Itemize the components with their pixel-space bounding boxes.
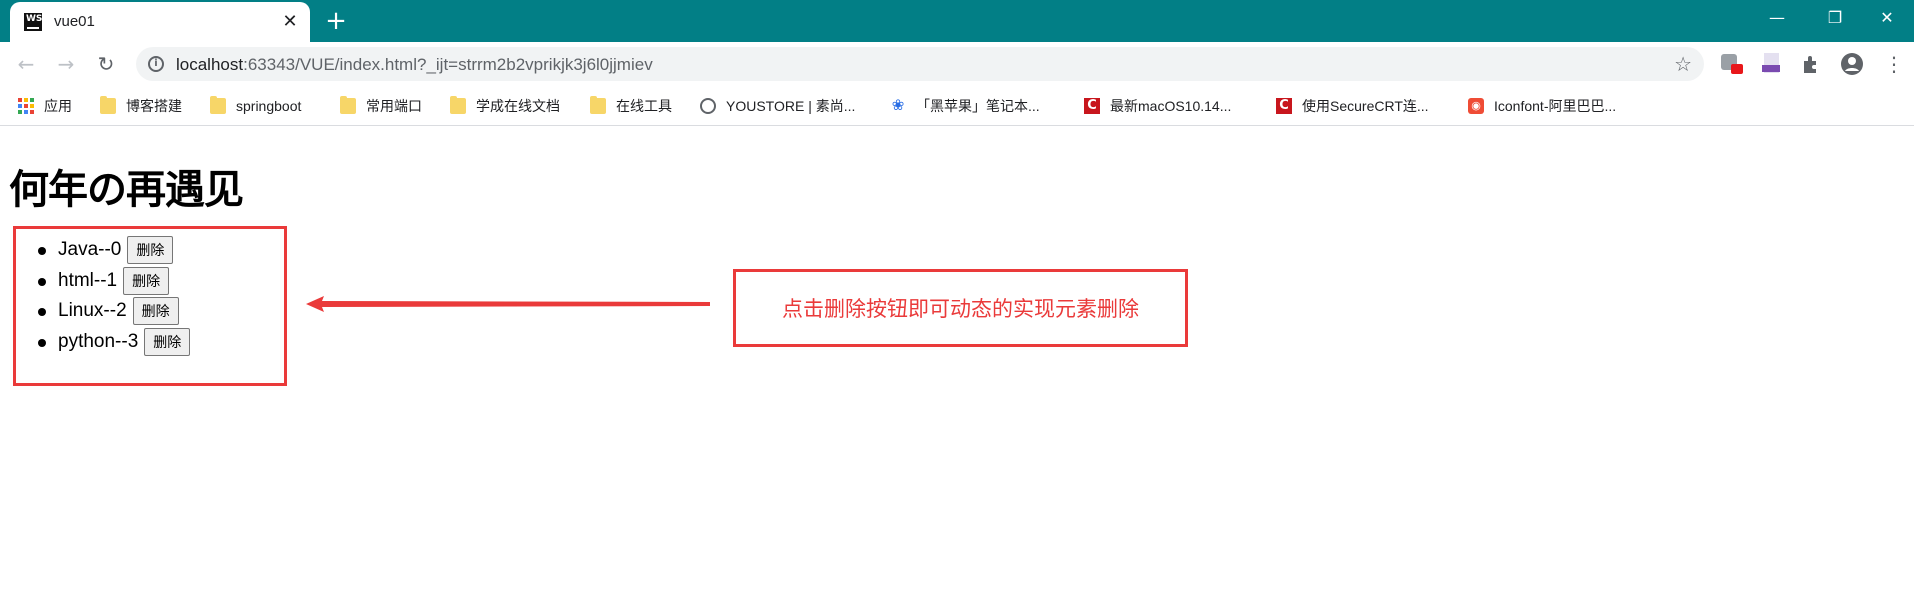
list-item: python--3 删除 bbox=[37, 327, 191, 358]
tab-title: vue01 bbox=[54, 13, 95, 30]
annotation-box: 点击删除按钮即可动态的实现元素删除 bbox=[733, 269, 1188, 347]
bookmark-label: springboot bbox=[236, 98, 302, 114]
address-bar[interactable]: i localhost:63343/VUE/index.html?_ijt=st… bbox=[136, 47, 1704, 81]
bookmark-link[interactable]: ❀ 「黑苹果」笔记本... bbox=[890, 95, 1040, 117]
item-label: Java--0 bbox=[58, 239, 122, 261]
bookmark-folder[interactable]: 常用端口 bbox=[340, 95, 422, 117]
item-label: python--3 bbox=[58, 330, 139, 352]
page-content: 何年の再遇见 Java--0 删除 html--1 删除 Linux--2 删除… bbox=[0, 127, 1914, 609]
folder-icon bbox=[210, 96, 226, 114]
pdf-extension-icon[interactable] bbox=[1760, 52, 1784, 76]
annotation-text: 点击删除按钮即可动态的实现元素删除 bbox=[782, 297, 1139, 321]
delete-button[interactable]: 删除 bbox=[123, 266, 170, 295]
new-tab-button[interactable]: + bbox=[322, 7, 350, 35]
folder-icon bbox=[450, 96, 466, 114]
annotation-arrow bbox=[306, 296, 710, 312]
reload-icon[interactable]: ↻ bbox=[92, 50, 120, 78]
profile-avatar-icon[interactable] bbox=[1840, 52, 1864, 76]
url-text[interactable]: localhost:63343/VUE/index.html?_ijt=strr… bbox=[176, 55, 653, 75]
bookmarks-bar: 应用 博客搭建 springboot 常用端口 学成在线文档 在线工具 YOUS… bbox=[0, 86, 1914, 126]
bookmark-label: 最新macOS10.14... bbox=[1110, 98, 1232, 114]
menu-kebab-icon[interactable]: ⋮ bbox=[1880, 50, 1908, 78]
bookmark-apps[interactable]: 应用 bbox=[18, 95, 72, 117]
close-tab-icon[interactable]: ✕ bbox=[280, 12, 300, 32]
bookmark-label: 学成在线文档 bbox=[476, 98, 560, 114]
browser-toolbar: ← → ↻ i localhost:63343/VUE/index.html?_… bbox=[0, 42, 1914, 86]
delete-button[interactable]: 删除 bbox=[127, 236, 174, 265]
close-window-button[interactable]: ✕ bbox=[1858, 0, 1914, 38]
item-label: Linux--2 bbox=[58, 300, 127, 322]
csdn-icon: C bbox=[1276, 98, 1292, 114]
bookmark-star-icon[interactable]: ☆ bbox=[1674, 52, 1692, 76]
extension-icon[interactable] bbox=[1720, 52, 1744, 76]
list-item: Linux--2 删除 bbox=[37, 296, 190, 327]
bookmark-link[interactable]: C 使用SecureCRT连... bbox=[1276, 95, 1429, 117]
bookmark-label: 在线工具 bbox=[616, 98, 672, 114]
bookmark-label: Iconfont-阿里巴巴... bbox=[1494, 98, 1617, 114]
bookmark-folder[interactable]: 学成在线文档 bbox=[450, 95, 560, 117]
folder-icon bbox=[100, 96, 116, 114]
folder-icon bbox=[340, 96, 356, 114]
forward-arrow-icon[interactable]: → bbox=[52, 50, 80, 78]
page-heading: 何年の再遇见 bbox=[9, 167, 244, 213]
item-label: html--1 bbox=[58, 269, 118, 291]
bookmark-label: 博客搭建 bbox=[126, 98, 182, 114]
bookmark-label: 使用SecureCRT连... bbox=[1302, 98, 1429, 114]
item-list: Java--0 删除 html--1 删除 Linux--2 删除 python… bbox=[37, 235, 191, 358]
list-item: html--1 删除 bbox=[37, 266, 190, 297]
browser-tab[interactable]: WS vue01 ✕ bbox=[10, 2, 310, 42]
bookmark-link[interactable]: YOUSTORE | 素尚... bbox=[700, 95, 855, 117]
delete-button[interactable]: 删除 bbox=[144, 327, 191, 356]
bookmark-folder[interactable]: 在线工具 bbox=[590, 95, 672, 117]
delete-button[interactable]: 删除 bbox=[132, 297, 179, 326]
bookmark-label: 应用 bbox=[44, 98, 72, 114]
list-item: Java--0 删除 bbox=[37, 235, 190, 266]
webstorm-icon: WS bbox=[24, 13, 42, 31]
extensions-puzzle-icon[interactable] bbox=[1800, 52, 1824, 76]
bookmark-folder[interactable]: 博客搭建 bbox=[100, 95, 182, 117]
back-arrow-icon[interactable]: ← bbox=[12, 50, 40, 78]
apps-icon bbox=[18, 98, 34, 114]
bookmark-label: 「黑苹果」笔记本... bbox=[916, 98, 1040, 114]
bookmark-folder[interactable]: springboot bbox=[210, 95, 301, 117]
bookmark-link[interactable]: ◉ Iconfont-阿里巴巴... bbox=[1468, 95, 1616, 117]
bookmark-label: 常用端口 bbox=[366, 98, 422, 114]
bookmark-label: YOUSTORE | 素尚... bbox=[726, 98, 856, 114]
iconfont-icon: ◉ bbox=[1468, 98, 1484, 114]
globe-icon bbox=[700, 98, 716, 114]
bookmark-link[interactable]: C 最新macOS10.14... bbox=[1084, 95, 1231, 117]
csdn-icon: C bbox=[1084, 98, 1100, 114]
folder-icon bbox=[590, 96, 606, 114]
minimize-button[interactable]: — bbox=[1748, 0, 1806, 38]
restore-button[interactable]: ❐ bbox=[1806, 0, 1864, 38]
tab-strip: WS vue01 ✕ + — ❐ ✕ bbox=[0, 0, 1914, 42]
baidu-paw-icon: ❀ bbox=[891, 97, 905, 114]
info-icon[interactable]: i bbox=[148, 56, 164, 72]
